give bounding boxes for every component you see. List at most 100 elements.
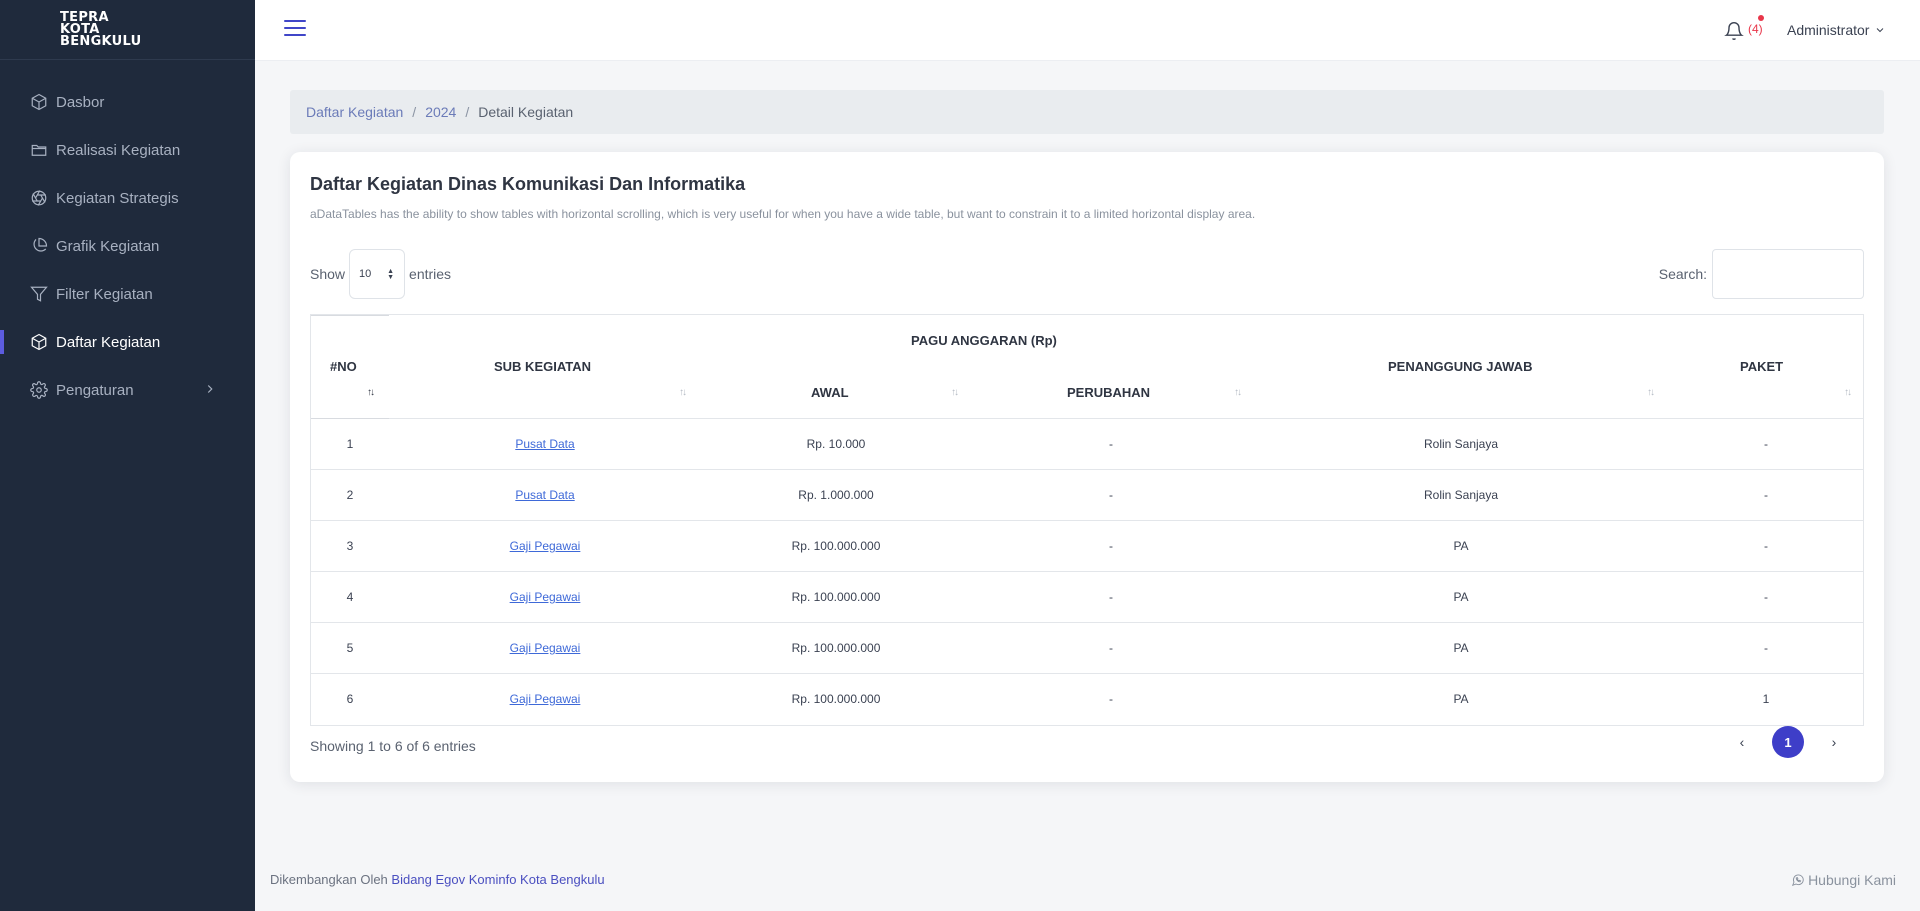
cell-sub-kegiatan: Gaji Pegawai [510, 641, 581, 655]
hamburger-menu-icon[interactable] [284, 20, 306, 38]
topbar: (4) Administrator [255, 0, 1920, 61]
cell-perubahan: - [1109, 692, 1113, 706]
sidebar-item-label: Daftar Kegiatan [56, 333, 161, 351]
sidebar-item-daftar-kegiatan[interactable]: Daftar Kegiatan [0, 318, 255, 366]
sub-kegiatan-link[interactable]: Gaji Pegawai [510, 590, 581, 604]
cell-paket: - [1764, 590, 1768, 604]
show-label: Show [310, 266, 346, 282]
column-header-awal[interactable]: AWAL [811, 385, 849, 400]
sidebar: TEPRA KOTA BENGKULU Dasbor Realisasi Keg… [0, 0, 255, 911]
sidebar-item-realisasi-kegiatan[interactable]: Realisasi Kegiatan [0, 126, 255, 174]
cube-icon [30, 333, 48, 351]
page-button-current[interactable]: 1 [1772, 726, 1804, 758]
card-title: Daftar Kegiatan Dinas Komunikasi Dan Inf… [310, 174, 746, 194]
sub-kegiatan-link[interactable]: Gaji Pegawai [510, 692, 581, 706]
user-menu[interactable]: Administrator [1787, 22, 1886, 38]
table-row: 6 Gaji Pegawai Rp. 100.000.000 - PA 1 [311, 674, 1863, 725]
table-search: Search: [1659, 249, 1864, 299]
footer-credit: Dikembangkan Oleh Bidang Egov Kominfo Ko… [270, 872, 605, 887]
entries-select[interactable]: 10 ▲ ▼ [349, 249, 406, 299]
card-description: aDataTables has the ability to show tabl… [310, 207, 1256, 221]
notification-dot [1758, 15, 1764, 21]
cell-awal: Rp. 100.000.000 [791, 641, 881, 655]
breadcrumb-link-year[interactable]: 2024 [425, 104, 456, 120]
table-header: #NO ↑↓ SUB KEGIATAN ↑↓ PAGU ANGGARAN (Rp… [311, 315, 1863, 419]
cell-perubahan: - [1109, 539, 1113, 553]
cell-no: 6 [346, 692, 354, 706]
cell-sub-kegiatan: Gaji Pegawai [510, 590, 581, 604]
breadcrumb-current: Detail Kegiatan [478, 104, 574, 120]
sidebar-nav: Dasbor Realisasi Kegiatan Kegiatan Strat… [0, 60, 255, 414]
cell-sub-kegiatan: Gaji Pegawai [510, 692, 581, 706]
sub-kegiatan-link[interactable]: Gaji Pegawai [510, 641, 581, 655]
activity-card: Daftar Kegiatan Dinas Komunikasi Dan Inf… [290, 152, 1884, 782]
cell-no: 1 [346, 437, 354, 451]
sidebar-item-filter-kegiatan[interactable]: Filter Kegiatan [0, 270, 255, 318]
column-header-no[interactable]: #NO [330, 359, 357, 374]
column-header-penanggung-jawab[interactable]: PENANGGUNG JAWAB [1388, 359, 1532, 374]
footer-developer-link[interactable]: Bidang Egov Kominfo Kota Bengkulu [391, 872, 604, 887]
table-info: Showing 1 to 6 of 6 entries [310, 738, 476, 754]
column-header-paket[interactable]: PAKET [1740, 359, 1783, 374]
cell-no: 3 [346, 539, 354, 553]
sort-icon[interactable]: ↑↓ [1234, 387, 1242, 398]
sort-icon[interactable]: ↑↓ [679, 387, 687, 398]
notification-count: (4) [1748, 22, 1763, 36]
cell-penanggung-jawab: PA [1453, 692, 1469, 706]
sidebar-item-label: Realisasi Kegiatan [56, 141, 181, 159]
aperture-icon [30, 189, 48, 207]
activity-table: #NO ↑↓ SUB KEGIATAN ↑↓ PAGU ANGGARAN (Rp… [310, 314, 1864, 726]
brand-logo[interactable]: TEPRA KOTA BENGKULU [0, 0, 255, 60]
bell-icon[interactable] [1724, 20, 1746, 42]
sidebar-item-label: Grafik Kegiatan [56, 237, 160, 255]
sub-kegiatan-link[interactable]: Pusat Data [515, 488, 574, 502]
cell-sub-kegiatan: Pusat Data [515, 488, 574, 502]
sub-kegiatan-link[interactable]: Pusat Data [515, 437, 574, 451]
sidebar-item-pengaturan[interactable]: Pengaturan [0, 366, 255, 414]
sidebar-item-kegiatan-strategis[interactable]: Kegiatan Strategis [0, 174, 255, 222]
cell-penanggung-jawab: PA [1453, 539, 1469, 553]
cell-no: 5 [346, 641, 354, 655]
cell-no: 4 [346, 590, 354, 604]
cell-awal: Rp. 100.000.000 [791, 590, 881, 604]
entries-length-control: Show 10 ▲ ▼ entries [310, 249, 451, 299]
sidebar-item-label: Filter Kegiatan [56, 285, 153, 303]
breadcrumb-link-daftar-kegiatan[interactable]: Daftar Kegiatan [306, 104, 403, 120]
table-row: 4 Gaji Pegawai Rp. 100.000.000 - PA - [311, 572, 1863, 623]
cell-paket: 1 [1762, 692, 1770, 706]
sidebar-item-label: Kegiatan Strategis [56, 189, 179, 207]
table-row: 1 Pusat Data Rp. 10.000 - Rolin Sanjaya … [311, 419, 1863, 470]
cell-penanggung-jawab: PA [1453, 641, 1469, 655]
cube-icon [30, 93, 48, 111]
table-row: 3 Gaji Pegawai Rp. 100.000.000 - PA - [311, 521, 1863, 572]
previous-page-button[interactable]: ‹ [1730, 730, 1754, 754]
cell-paket: - [1764, 539, 1768, 553]
pie-chart-icon [30, 237, 48, 255]
sort-icon[interactable]: ↑↓ [1844, 387, 1852, 398]
entries-select-value: 10 [359, 268, 372, 280]
sort-asc-icon[interactable]: ↑↓ [367, 387, 375, 398]
sort-icon[interactable]: ↑↓ [951, 387, 959, 398]
table-row: 5 Gaji Pegawai Rp. 100.000.000 - PA - [311, 623, 1863, 674]
sidebar-item-grafik-kegiatan[interactable]: Grafik Kegiatan [0, 222, 255, 270]
sidebar-item-dasbor[interactable]: Dasbor [0, 78, 255, 126]
cell-perubahan: - [1109, 437, 1113, 451]
sidebar-item-label: Dasbor [56, 93, 105, 111]
contact-label: Hubungi Kami [1808, 872, 1896, 888]
whatsapp-icon [1792, 874, 1804, 887]
cell-perubahan: - [1109, 590, 1113, 604]
cell-paket: - [1764, 641, 1768, 655]
sub-kegiatan-link[interactable]: Gaji Pegawai [510, 539, 581, 553]
user-name: Administrator [1787, 22, 1870, 38]
sort-icon[interactable]: ↑↓ [1647, 387, 1655, 398]
column-header-sub-kegiatan[interactable]: SUB KEGIATAN [494, 359, 591, 374]
contact-link[interactable]: Hubungi Kami [1791, 872, 1896, 888]
column-header-perubahan[interactable]: PERUBAHAN [1067, 385, 1150, 400]
table-row: 2 Pusat Data Rp. 1.000.000 - Rolin Sanja… [311, 470, 1863, 521]
next-page-button[interactable]: › [1822, 730, 1846, 754]
chevron-down-icon [1877, 28, 1884, 33]
select-arrows-icon: ▲ ▼ [387, 268, 395, 281]
cell-sub-kegiatan: Pusat Data [515, 437, 574, 451]
search-input[interactable] [1712, 249, 1864, 299]
brand-line-3: BENGKULU [60, 34, 142, 49]
